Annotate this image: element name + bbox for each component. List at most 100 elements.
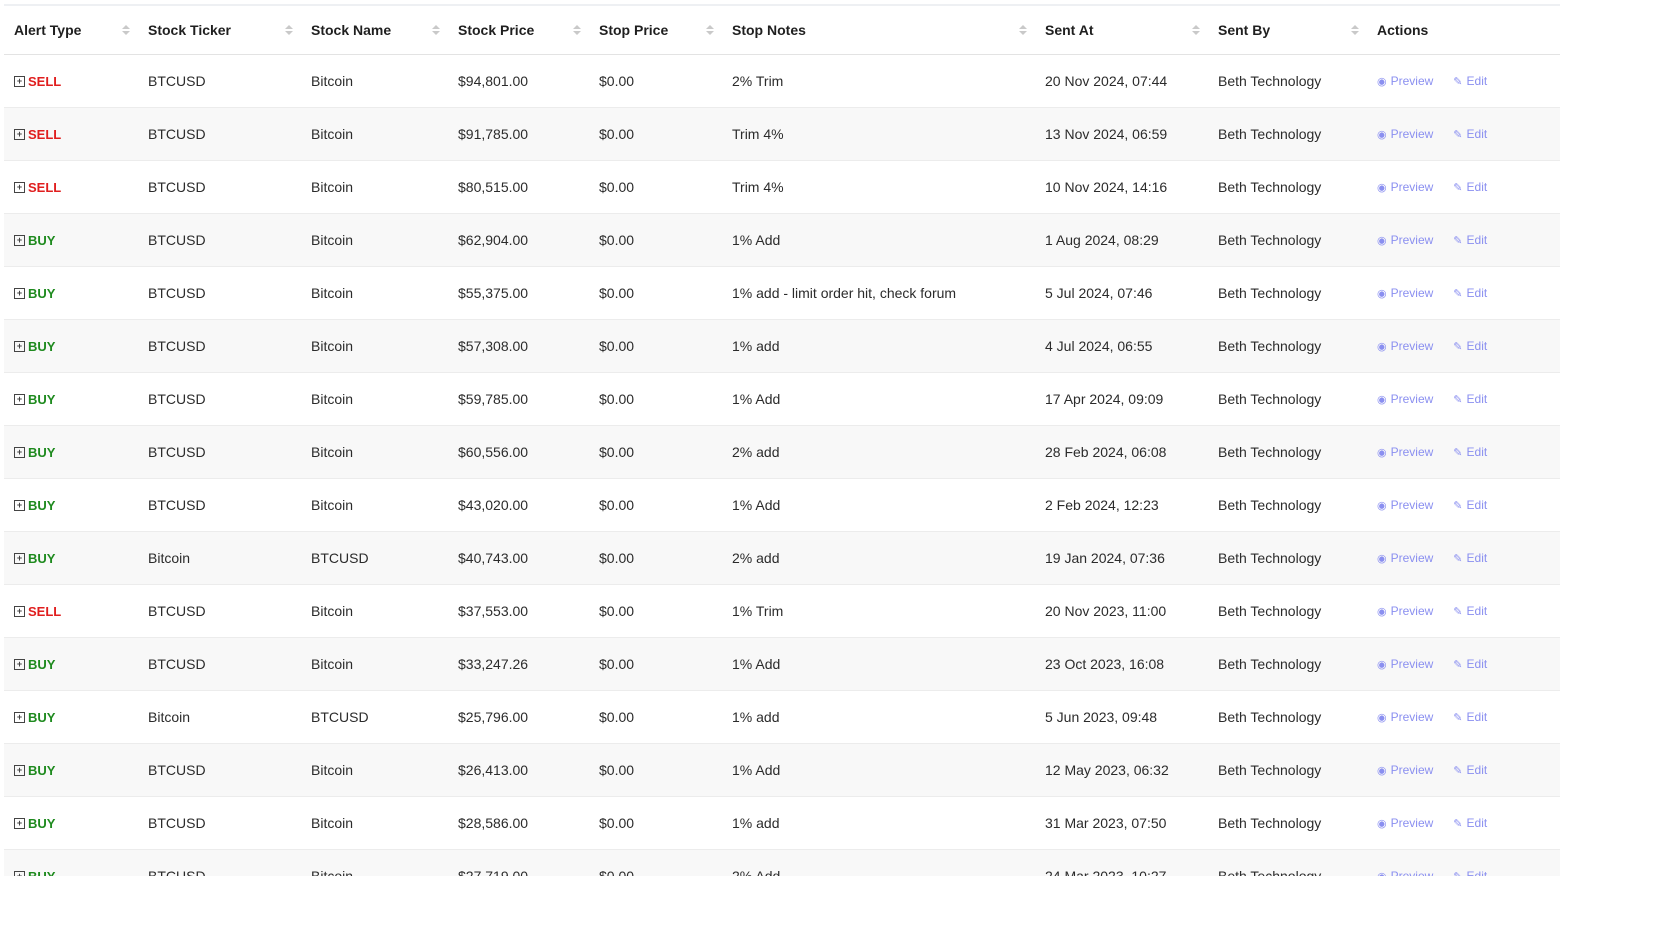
stop-notes-cell: 1% add - limit order hit, check forum (732, 285, 957, 301)
plus-square-icon[interactable]: + (14, 870, 25, 876)
edit-link[interactable]: ✎Edit (1453, 127, 1487, 141)
plus-square-icon[interactable]: + (14, 340, 25, 352)
sort-icon[interactable] (1351, 25, 1359, 35)
plus-square-icon[interactable]: + (14, 75, 25, 87)
column-header-stock-price[interactable]: Stock Price (448, 22, 589, 38)
preview-link[interactable]: ◉Preview (1377, 498, 1433, 512)
preview-link[interactable]: ◉Preview (1377, 816, 1433, 830)
stock-price-cell: $94,801.00 (458, 73, 529, 89)
preview-link[interactable]: ◉Preview (1377, 127, 1433, 141)
edit-link[interactable]: ✎Edit (1453, 869, 1487, 876)
plus-square-icon[interactable]: + (14, 817, 25, 829)
stock-name-cell: Bitcoin (311, 126, 354, 142)
column-header-stock-ticker[interactable]: Stock Ticker (138, 22, 301, 38)
stop-notes-cell: 2% add (732, 444, 780, 460)
edit-link[interactable]: ✎Edit (1453, 498, 1487, 512)
edit-link[interactable]: ✎Edit (1453, 657, 1487, 671)
sort-icon[interactable] (573, 25, 581, 35)
table-row: + SELL BTCUSD Bitcoin $94,801.00 $0.00 2% Trim… (4, 55, 1560, 108)
sort-icon[interactable] (1192, 25, 1200, 35)
sort-icon[interactable] (706, 25, 714, 35)
table-row: + SELL BTCUSD Bitcoin $80,515.00 $0.00 Trim 4%… (4, 161, 1560, 214)
plus-square-icon[interactable]: + (14, 552, 25, 564)
plus-square-icon[interactable]: + (14, 393, 25, 405)
edit-link[interactable]: ✎Edit (1453, 710, 1487, 724)
edit-link[interactable]: ✎Edit (1453, 816, 1487, 830)
table-body: + SELL BTCUSD Bitcoin $94,801.00 $0.00 2% Trim… (4, 55, 1560, 876)
edit-link[interactable]: ✎Edit (1453, 551, 1487, 565)
edit-label: Edit (1466, 392, 1488, 406)
preview-link[interactable]: ◉Preview (1377, 180, 1433, 194)
edit-label: Edit (1466, 710, 1488, 724)
plus-square-icon[interactable]: + (14, 499, 25, 511)
table-row: + BUY BTCUSD Bitcoin $28,586.00 $0.00 1% add 31… (4, 797, 1560, 850)
column-header-sent-at[interactable]: Sent At (1035, 22, 1208, 38)
edit-link[interactable]: ✎Edit (1453, 604, 1487, 618)
preview-link[interactable]: ◉Preview (1377, 286, 1433, 300)
eye-icon: ◉ (1377, 552, 1387, 565)
edit-link[interactable]: ✎Edit (1453, 339, 1487, 353)
plus-square-icon[interactable]: + (14, 287, 25, 299)
preview-link[interactable]: ◉Preview (1377, 763, 1433, 777)
plus-square-icon[interactable]: + (14, 658, 25, 670)
sent-by-cell: Beth Technology (1218, 815, 1322, 831)
preview-link[interactable]: ◉Preview (1377, 604, 1433, 618)
edit-link[interactable]: ✎Edit (1453, 445, 1487, 459)
plus-square-icon[interactable]: + (14, 605, 25, 617)
sent-by-cell: Beth Technology (1218, 497, 1322, 513)
plus-square-icon[interactable]: + (14, 711, 25, 723)
sort-icon[interactable] (1019, 25, 1027, 35)
column-header-stop-notes[interactable]: Stop Notes (722, 22, 1035, 38)
plus-square-icon[interactable]: + (14, 764, 25, 776)
table-row: + BUY BTCUSD Bitcoin $62,904.00 $0.00 1% Add 1 … (4, 214, 1560, 267)
preview-link[interactable]: ◉Preview (1377, 233, 1433, 247)
edit-link[interactable]: ✎Edit (1453, 286, 1487, 300)
stock-ticker-cell: Bitcoin (148, 709, 191, 725)
preview-link[interactable]: ◉Preview (1377, 551, 1433, 565)
column-header-stock-name[interactable]: Stock Name (301, 22, 448, 38)
edit-link[interactable]: ✎Edit (1453, 233, 1487, 247)
plus-square-icon[interactable]: + (14, 128, 25, 140)
stock-name-cell: Bitcoin (311, 497, 354, 513)
stock-name-cell: BTCUSD (311, 550, 369, 566)
edit-link[interactable]: ✎Edit (1453, 180, 1487, 194)
alert-type-label: BUY (28, 285, 56, 301)
stop-price-cell: $0.00 (599, 126, 635, 142)
alert-type-cell: + BUY (4, 498, 138, 513)
preview-link[interactable]: ◉Preview (1377, 657, 1433, 671)
alert-type-label: BUY (28, 868, 56, 877)
table-row: + BUY BTCUSD Bitcoin $26,413.00 $0.00 1% Add 12… (4, 744, 1560, 797)
alert-type-label: BUY (28, 709, 56, 725)
preview-label: Preview (1390, 763, 1434, 777)
plus-square-icon[interactable]: + (14, 234, 25, 246)
sort-icon[interactable] (122, 25, 130, 35)
stock-ticker-cell: Bitcoin (148, 550, 191, 566)
sort-icon[interactable] (432, 25, 440, 35)
sort-icon[interactable] (285, 25, 293, 35)
preview-link[interactable]: ◉Preview (1377, 339, 1433, 353)
edit-icon: ✎ (1453, 711, 1463, 724)
sent-at-cell: 24 Mar 2023, 10:27 (1045, 868, 1167, 876)
stop-notes-cell: 2% add (732, 550, 780, 566)
column-header-stop-price[interactable]: Stop Price (589, 22, 722, 38)
stock-price-cell: $25,796.00 (458, 709, 529, 725)
preview-link[interactable]: ◉Preview (1377, 869, 1433, 876)
preview-link[interactable]: ◉Preview (1377, 392, 1433, 406)
sent-by-cell: Beth Technology (1218, 391, 1322, 407)
plus-square-icon[interactable]: + (14, 181, 25, 193)
plus-square-icon[interactable]: + (14, 446, 25, 458)
column-header-sent-by[interactable]: Sent By (1208, 22, 1367, 38)
preview-link[interactable]: ◉Preview (1377, 710, 1433, 724)
column-header-alert-type[interactable]: Alert Type (4, 22, 138, 38)
edit-link[interactable]: ✎Edit (1453, 392, 1487, 406)
alert-type-cell: + BUY (4, 710, 138, 725)
edit-link[interactable]: ✎Edit (1453, 763, 1487, 777)
preview-link[interactable]: ◉Preview (1377, 445, 1433, 459)
preview-link[interactable]: ◉Preview (1377, 74, 1433, 88)
stop-price-cell: $0.00 (599, 285, 635, 301)
edit-link[interactable]: ✎Edit (1453, 74, 1487, 88)
sent-by-cell: Beth Technology (1218, 338, 1322, 354)
sent-by-cell: Beth Technology (1218, 73, 1322, 89)
stop-notes-cell: Trim 4% (732, 179, 784, 195)
stock-price-cell: $28,586.00 (458, 815, 529, 831)
